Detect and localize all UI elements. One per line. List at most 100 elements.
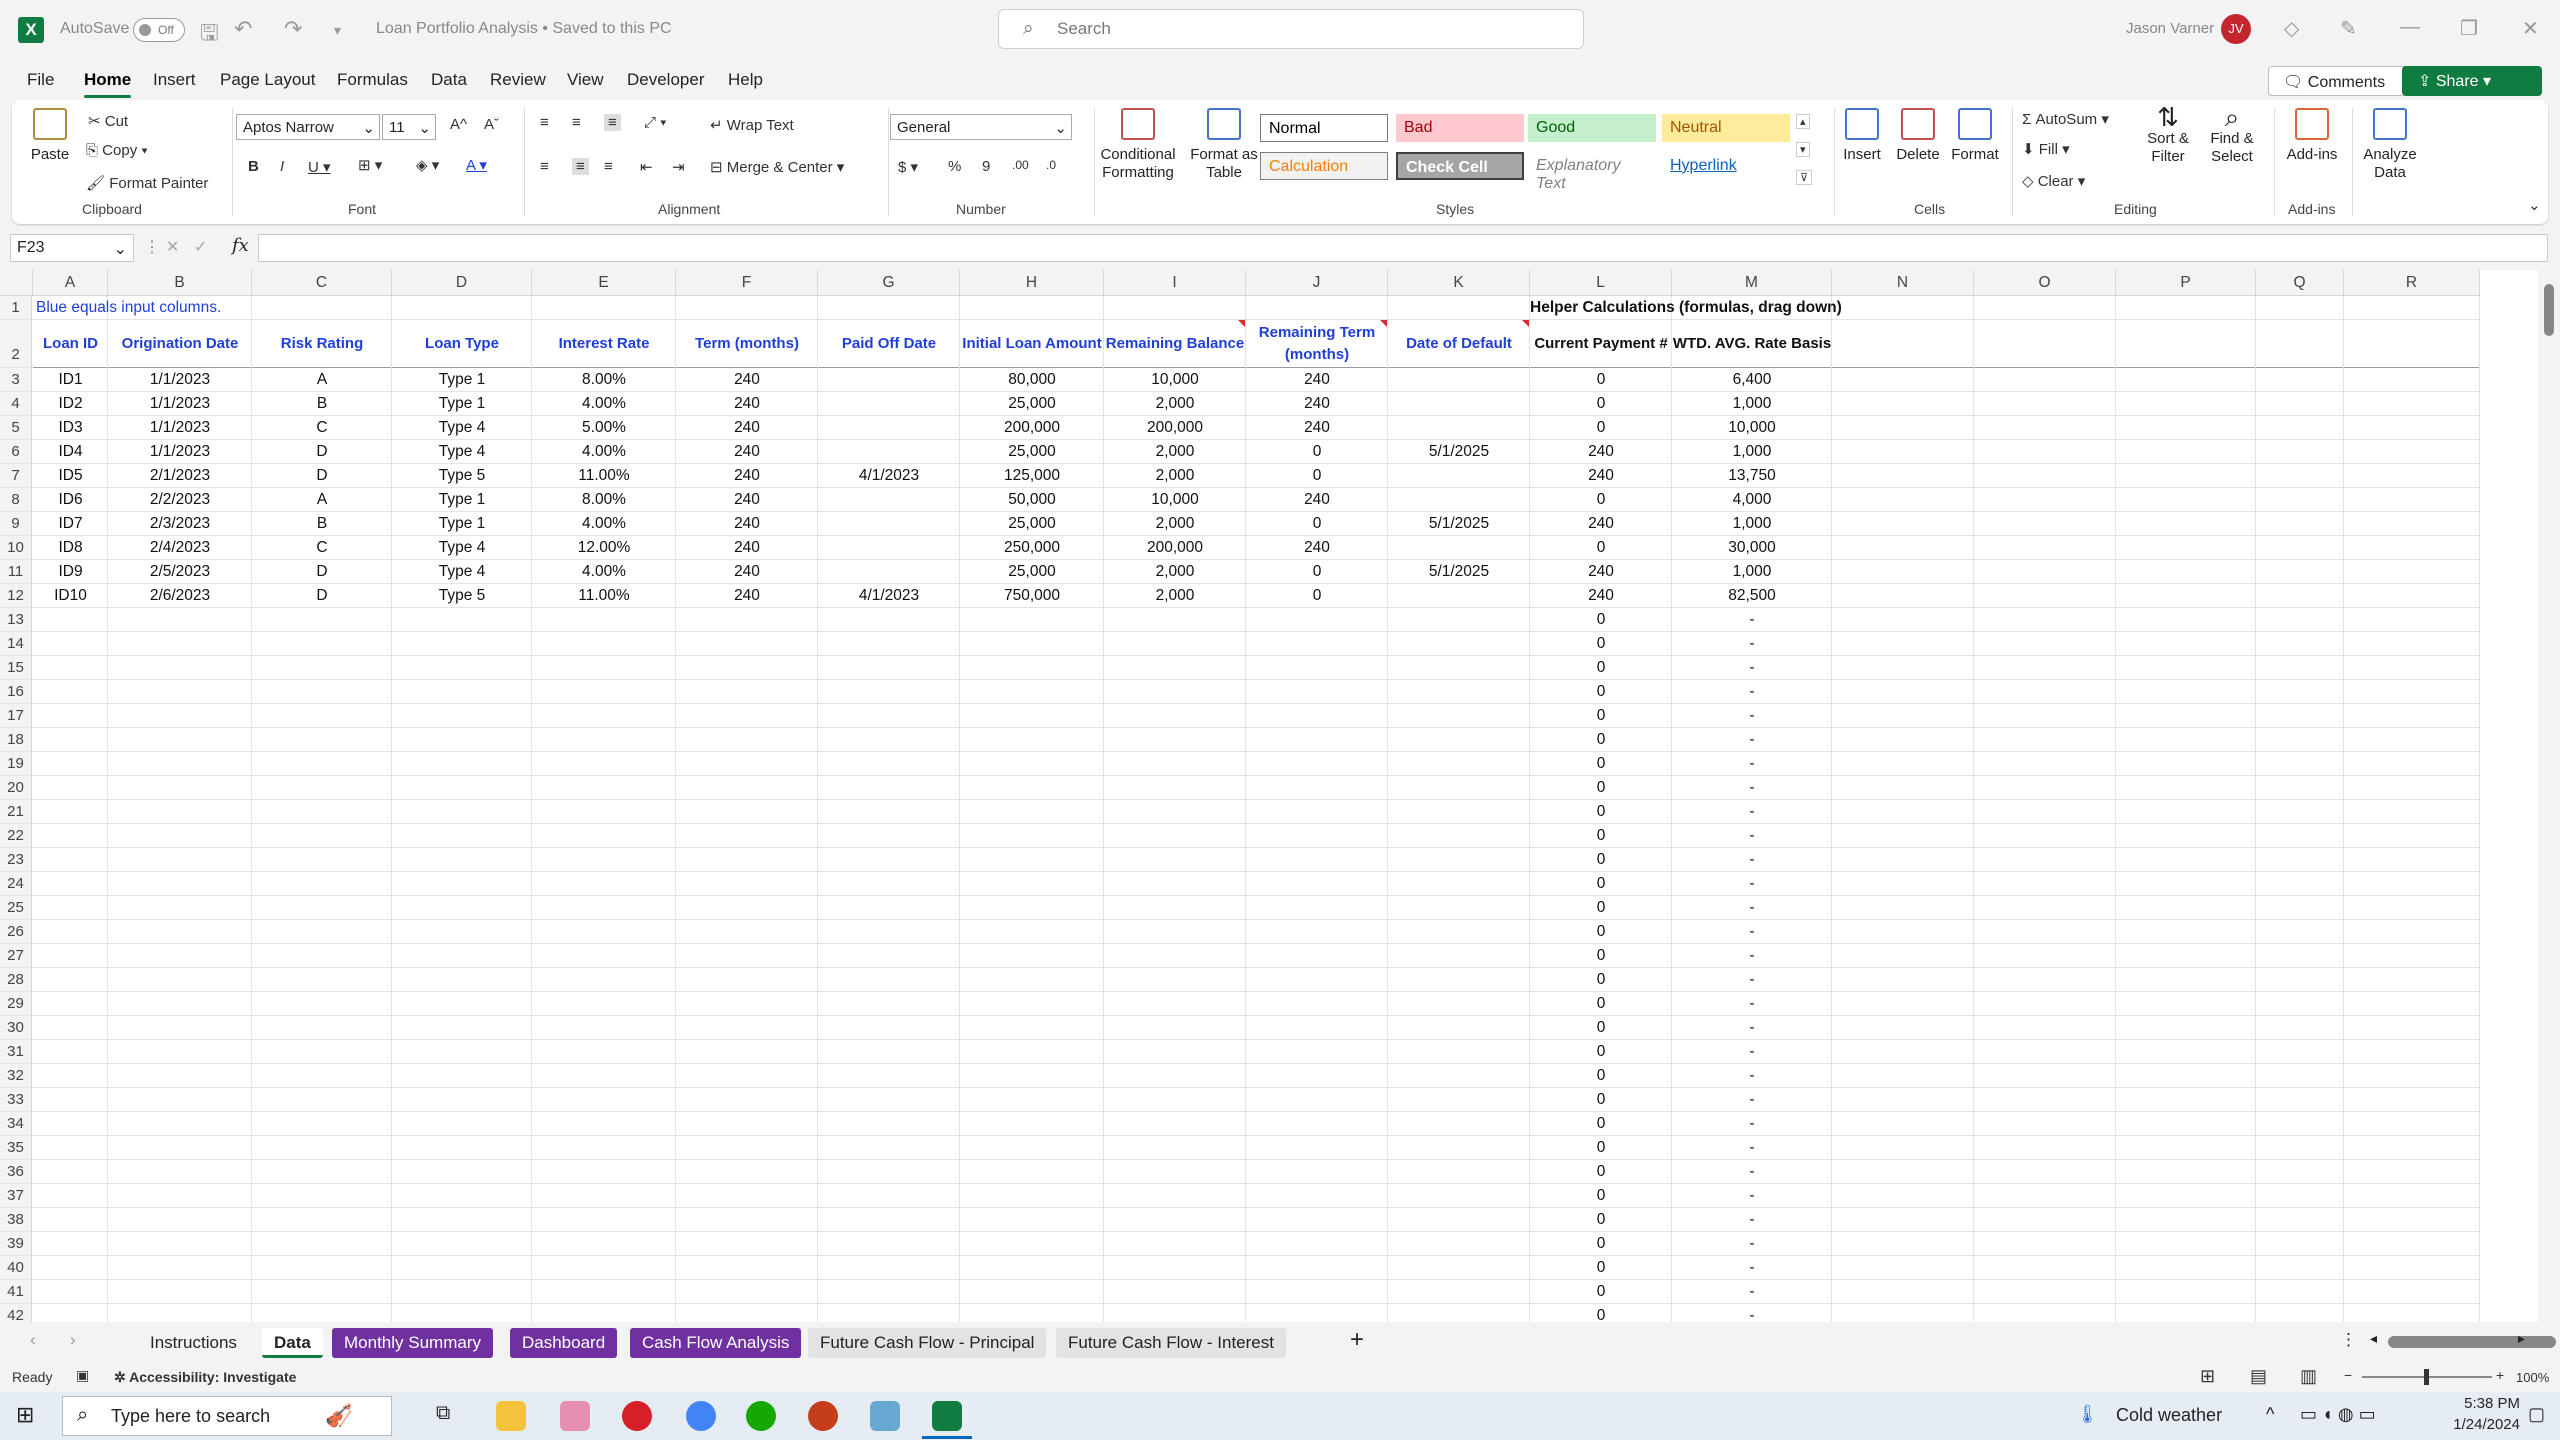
row-header[interactable]: 42 [0, 1304, 32, 1322]
rate-basis-cell[interactable]: - [1672, 632, 1832, 656]
align-center-icon[interactable]: ≡ [572, 158, 589, 175]
increase-decimal-icon[interactable]: .00 [1012, 158, 1029, 172]
current-payment-cell[interactable]: 0 [1530, 1136, 1672, 1160]
data-cell[interactable]: B [252, 392, 392, 416]
row-header[interactable]: 34 [0, 1112, 32, 1136]
diamond-icon[interactable]: ◇ [2284, 16, 2299, 41]
data-cell[interactable]: 5/1/2025 [1388, 512, 1530, 536]
rate-basis-cell[interactable]: - [1672, 1064, 1832, 1088]
opera-icon[interactable] [622, 1401, 652, 1431]
current-payment-cell[interactable]: 0 [1530, 1256, 1672, 1280]
tab-review[interactable]: Review [490, 70, 546, 90]
row-header[interactable]: 41 [0, 1280, 32, 1304]
rate-basis-cell[interactable]: - [1672, 992, 1832, 1016]
column-header-p[interactable]: P [2116, 270, 2256, 296]
rate-basis-cell[interactable]: - [1672, 824, 1832, 848]
data-cell[interactable]: ID2 [33, 392, 108, 416]
excel-taskbar-icon[interactable] [932, 1401, 962, 1431]
font-color-icon[interactable]: A ▾ [466, 156, 487, 174]
rate-basis-cell[interactable]: - [1672, 1088, 1832, 1112]
decrease-font-icon[interactable]: Aˇ [484, 116, 499, 133]
column-title[interactable]: Interest Rate [532, 322, 676, 366]
data-cell[interactable]: ID8 [33, 536, 108, 560]
data-cell[interactable]: 6,400 [1672, 368, 1832, 392]
cell-style-calculation[interactable]: Calculation [1260, 152, 1388, 180]
collapse-ribbon-icon[interactable]: ⌄ [2528, 196, 2541, 214]
cell-style-normal[interactable]: Normal [1260, 114, 1388, 142]
column-title[interactable]: Date of Default [1388, 322, 1530, 366]
hscroll-left-icon[interactable]: ◂ [2370, 1330, 2377, 1347]
cell-style-hyperlink[interactable]: Hyperlink [1662, 152, 1790, 180]
column-header-o[interactable]: O [1974, 270, 2116, 296]
data-cell[interactable]: 0 [1246, 560, 1388, 584]
rate-basis-cell[interactable]: - [1672, 968, 1832, 992]
current-payment-cell[interactable]: 0 [1530, 848, 1672, 872]
current-payment-cell[interactable]: 0 [1530, 872, 1672, 896]
add-ins-button[interactable]: Add-ins [2276, 108, 2348, 164]
row-header[interactable]: 8 [0, 488, 32, 512]
data-cell[interactable]: 2,000 [1104, 512, 1246, 536]
rate-basis-cell[interactable]: - [1672, 656, 1832, 680]
row-header[interactable]: 25 [0, 896, 32, 920]
data-cell[interactable]: 240 [676, 488, 818, 512]
task-view-icon[interactable]: ⧉ [436, 1402, 450, 1425]
enter-icon[interactable]: ✓ [194, 237, 207, 257]
current-payment-cell[interactable]: 0 [1530, 1064, 1672, 1088]
find-select-button[interactable]: ⌕ Find & Select [2200, 104, 2264, 166]
column-header-g[interactable]: G [818, 270, 960, 296]
snipping-tool-icon[interactable] [560, 1401, 590, 1431]
column-header-b[interactable]: B [108, 270, 252, 296]
comma-icon[interactable]: 9 [982, 158, 990, 175]
row-header[interactable]: 37 [0, 1184, 32, 1208]
data-cell[interactable]: 82,500 [1672, 584, 1832, 608]
paste-button[interactable]: Paste [26, 108, 74, 164]
gallery-more-icon[interactable]: ⊽ [1796, 170, 1813, 185]
current-payment-cell[interactable]: 0 [1530, 752, 1672, 776]
tray-icons[interactable]: ▭ ◖ ◍ ▭ [2300, 1404, 2376, 1425]
upwork-icon[interactable] [746, 1401, 776, 1431]
rate-basis-cell[interactable]: - [1672, 896, 1832, 920]
data-cell[interactable]: 240 [1246, 416, 1388, 440]
data-cell[interactable]: 240 [1530, 584, 1672, 608]
data-cell[interactable]: 240 [676, 440, 818, 464]
search-box[interactable]: ⌕ Search [998, 9, 1584, 49]
accessibility-status[interactable]: ✲ Accessibility: Investigate [114, 1369, 296, 1386]
current-payment-cell[interactable]: 0 [1530, 1232, 1672, 1256]
data-cell[interactable]: 4/1/2023 [818, 584, 960, 608]
current-payment-cell[interactable]: 0 [1530, 944, 1672, 968]
current-payment-cell[interactable]: 0 [1530, 920, 1672, 944]
data-cell[interactable]: 5/1/2025 [1388, 440, 1530, 464]
rate-basis-cell[interactable]: - [1672, 1280, 1832, 1304]
restore-icon[interactable]: ❐ [2460, 16, 2478, 41]
current-payment-cell[interactable]: 0 [1530, 1088, 1672, 1112]
column-header-r[interactable]: R [2344, 270, 2480, 296]
rate-basis-cell[interactable]: - [1672, 1256, 1832, 1280]
tab-insert[interactable]: Insert [153, 70, 196, 90]
data-cell[interactable]: 10,000 [1104, 368, 1246, 392]
data-cell[interactable]: 4/1/2023 [818, 464, 960, 488]
data-cell[interactable]: 25,000 [960, 392, 1104, 416]
cell-style-neutral[interactable]: Neutral [1662, 114, 1790, 142]
column-title[interactable]: Current Payment # [1530, 322, 1672, 366]
cut-button[interactable]: ✂ Cut [88, 112, 128, 130]
data-cell[interactable]: 1,000 [1672, 560, 1832, 584]
data-cell[interactable]: Type 5 [392, 584, 532, 608]
data-cell[interactable]: 8.00% [532, 368, 676, 392]
data-cell[interactable]: 1/1/2023 [108, 392, 252, 416]
data-cell[interactable]: A [252, 488, 392, 512]
current-payment-cell[interactable]: 0 [1530, 608, 1672, 632]
rate-basis-cell[interactable]: - [1672, 1016, 1832, 1040]
current-payment-cell[interactable]: 0 [1530, 1304, 1672, 1322]
file-explorer-icon[interactable] [496, 1401, 526, 1431]
row-header[interactable]: 6 [0, 440, 32, 464]
current-payment-cell[interactable]: 0 [1530, 1040, 1672, 1064]
row-header[interactable]: 28 [0, 968, 32, 992]
row-header[interactable]: 23 [0, 848, 32, 872]
data-cell[interactable]: 1,000 [1672, 392, 1832, 416]
decrease-decimal-icon[interactable]: .0 [1046, 158, 1056, 172]
data-cell[interactable]: 1/1/2023 [108, 440, 252, 464]
row-header[interactable]: 1 [0, 296, 32, 320]
document-title[interactable]: Loan Portfolio Analysis • Saved to this … [376, 20, 672, 38]
cell-style-check-cell[interactable]: Check Cell [1396, 152, 1524, 180]
formula-input[interactable] [258, 234, 2548, 262]
